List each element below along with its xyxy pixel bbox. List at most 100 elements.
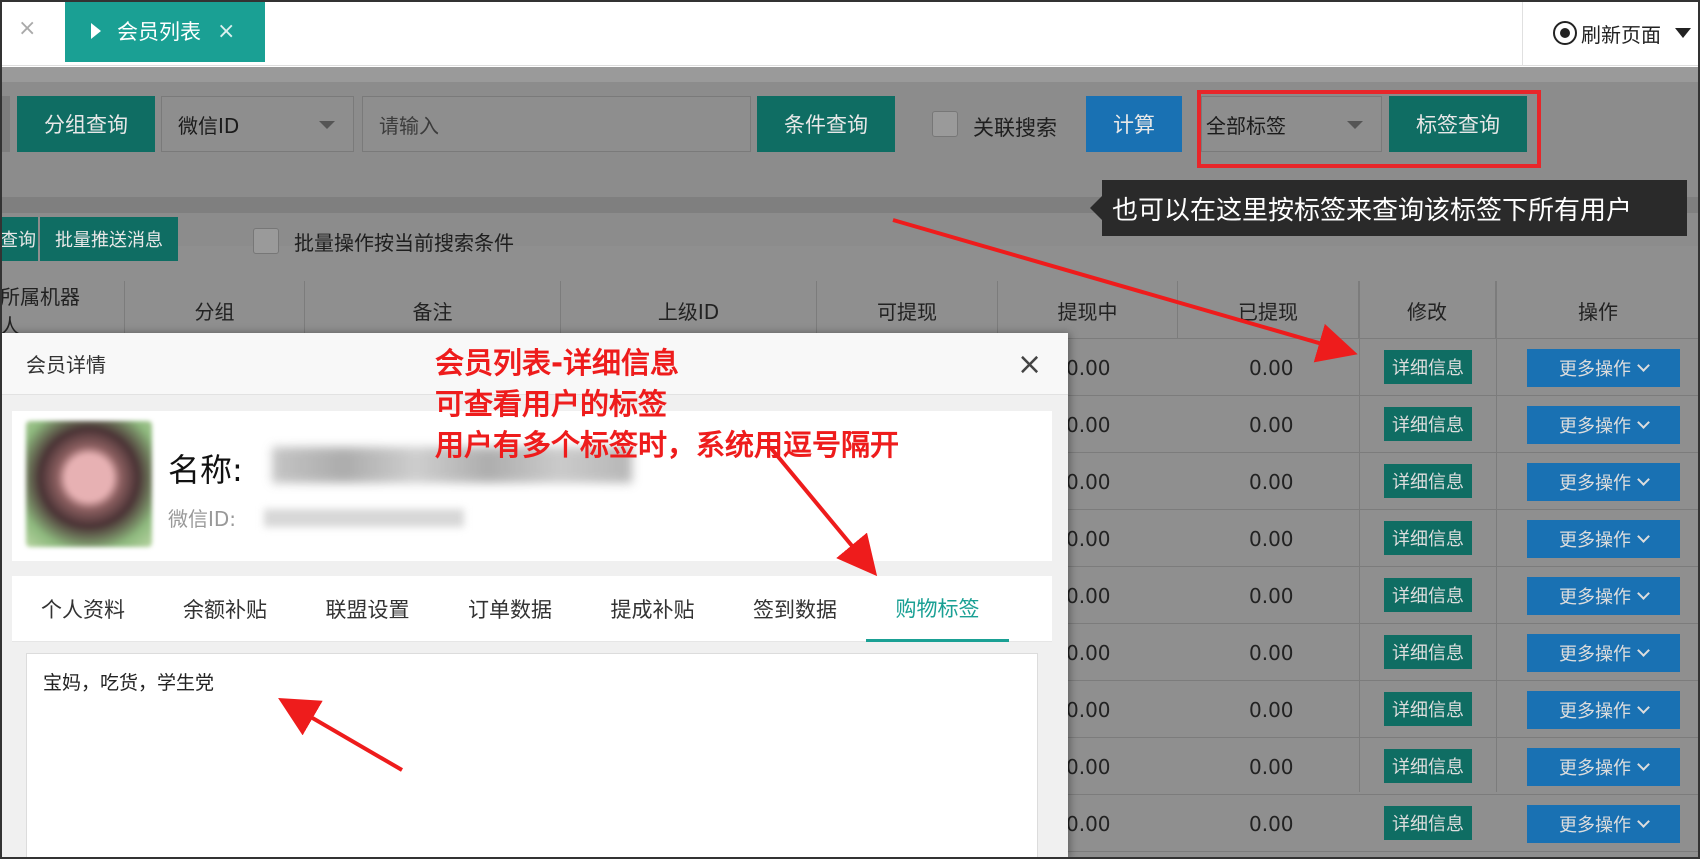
column-header: 提现中: [998, 281, 1178, 339]
batch-push-button[interactable]: 批量推送消息: [40, 217, 178, 261]
tab-checkin-data[interactable]: 签到数据: [724, 576, 866, 642]
more-actions-button[interactable]: 更多操作: [1527, 634, 1680, 672]
more-actions-label: 更多操作: [1559, 701, 1631, 722]
dialog-tabs: 个人资料 余额补贴 联盟设置 订单数据 提成补贴 签到数据 购物标签: [12, 576, 1052, 642]
tab-member-list-label: 会员列表: [117, 20, 201, 44]
condition-query-button[interactable]: 条件查询: [757, 96, 895, 152]
annotation-line: 用户有多个标签时，系统用逗号隔开: [435, 428, 900, 462]
table-header: 所属机器人 分组 备注 上级ID 可提现 提现中 已提现 修改 操作: [0, 281, 1700, 339]
chevron-down-icon: [1637, 472, 1650, 486]
column-header: 可提现: [817, 281, 998, 339]
cell-withdrawn: 0.00: [1249, 640, 1294, 665]
search-input[interactable]: 请输入: [362, 96, 751, 152]
column-divider: [1359, 281, 1360, 792]
chevron-down-icon: [1637, 529, 1650, 543]
field-select[interactable]: 微信ID: [161, 96, 354, 152]
chevron-down-icon: [319, 121, 335, 129]
detail-info-button[interactable]: 详细信息: [1384, 692, 1472, 726]
chevron-down-icon: [1637, 757, 1650, 771]
annotation-line: 可查看用户的标签: [435, 387, 668, 421]
column-header: 分组: [125, 281, 305, 339]
cell-withdrawing: 0.00: [1066, 640, 1111, 665]
cell-withdrawn: 0.00: [1249, 697, 1294, 722]
detail-info-button[interactable]: 详细信息: [1384, 521, 1472, 555]
tab-shopping-tags[interactable]: 购物标签: [866, 576, 1009, 642]
batch-by-search-checkbox[interactable]: [253, 228, 279, 254]
more-actions-label: 更多操作: [1559, 815, 1631, 836]
more-actions-label: 更多操作: [1559, 644, 1631, 665]
cell-withdrawing: 0.00: [1066, 754, 1111, 779]
cell-withdrawn: 0.00: [1249, 412, 1294, 437]
query-button-partial[interactable]: 查询: [0, 217, 38, 261]
more-actions-button[interactable]: 更多操作: [1527, 463, 1680, 501]
divider: [0, 67, 1700, 82]
column-header: 操作: [1578, 299, 1618, 324]
more-actions-button[interactable]: 更多操作: [1527, 406, 1680, 444]
related-search-label: 关联搜索: [973, 116, 1057, 140]
group-query-button[interactable]: 分组查询: [17, 96, 155, 152]
cell-withdrawing: 0.00: [1066, 355, 1111, 380]
more-actions-button[interactable]: 更多操作: [1527, 748, 1680, 786]
calc-button[interactable]: 计算: [1086, 96, 1182, 152]
left-edge-control: [0, 96, 10, 152]
column-divider: [1496, 281, 1497, 792]
dialog-title: 会员详情: [26, 353, 106, 377]
more-actions-label: 更多操作: [1559, 359, 1631, 380]
tab-previous[interactable]: 理 ×: [0, 0, 62, 62]
detail-info-button[interactable]: 详细信息: [1384, 635, 1472, 669]
more-actions-button[interactable]: 更多操作: [1527, 577, 1680, 615]
column-header: 已提现: [1178, 281, 1359, 339]
refresh-page-label: 刷新页面: [1581, 22, 1661, 47]
cell-withdrawing: 0.00: [1066, 811, 1111, 836]
avatar: [26, 421, 152, 547]
member-name-label: 名称:: [168, 451, 243, 489]
highlight-box: [1197, 90, 1541, 168]
annotation-text: 会员列表-详细信息 可查看用户的标签 用户有多个标签时，系统用逗号隔开: [435, 343, 899, 466]
cell-withdrawing: 0.00: [1066, 526, 1111, 551]
detail-info-button[interactable]: 详细信息: [1384, 749, 1472, 783]
play-icon: [91, 23, 101, 39]
more-actions-label: 更多操作: [1559, 416, 1631, 437]
search-input-placeholder: 请输入: [379, 113, 439, 138]
more-actions-button[interactable]: 更多操作: [1527, 691, 1680, 729]
detail-info-button[interactable]: 详细信息: [1384, 806, 1472, 840]
detail-info-button[interactable]: 详细信息: [1384, 464, 1472, 498]
more-actions-button[interactable]: 更多操作: [1527, 520, 1680, 558]
more-actions-label: 更多操作: [1559, 530, 1631, 551]
cell-withdrawing: 0.00: [1066, 583, 1111, 608]
more-actions-label: 更多操作: [1559, 587, 1631, 608]
shopping-tags-panel: 宝妈，吃货，学生党: [26, 653, 1038, 859]
wechat-id-redacted: [264, 509, 464, 527]
more-actions-label: 更多操作: [1559, 473, 1631, 494]
chevron-down-icon: [1637, 643, 1650, 657]
tab-alliance-settings[interactable]: 联盟设置: [296, 576, 439, 642]
close-icon[interactable]: ×: [217, 19, 235, 44]
tab-commission-subsidy[interactable]: 提成补贴: [581, 576, 724, 642]
more-actions-button[interactable]: 更多操作: [1527, 805, 1680, 843]
tab-previous-label: 理: [0, 18, 2, 44]
column-header: 所属机器人: [0, 281, 125, 339]
tab-balance-subsidy[interactable]: 余额补贴: [154, 576, 296, 642]
chevron-down-icon: [1637, 814, 1650, 828]
close-icon[interactable]: ×: [1017, 347, 1042, 382]
close-icon[interactable]: ×: [18, 16, 36, 41]
detail-info-button[interactable]: 详细信息: [1384, 407, 1472, 441]
chevron-down-icon: [1637, 415, 1650, 429]
tab-personal-info[interactable]: 个人资料: [12, 576, 154, 642]
cell-withdrawing: 0.00: [1066, 469, 1111, 494]
cell-withdrawn: 0.00: [1249, 469, 1294, 494]
tab-member-list[interactable]: 会员列表 ×: [65, 0, 265, 62]
tab-order-data[interactable]: 订单数据: [439, 576, 581, 642]
detail-info-button[interactable]: 详细信息: [1384, 350, 1472, 384]
cell-withdrawn: 0.00: [1249, 583, 1294, 608]
cell-withdrawn: 0.00: [1249, 754, 1294, 779]
detail-info-button[interactable]: 详细信息: [1384, 578, 1472, 612]
tab-bar: 理 × 会员列表 × 刷新页面: [0, 0, 1700, 66]
related-search-checkbox[interactable]: [932, 111, 958, 137]
cell-withdrawn: 0.00: [1249, 811, 1294, 836]
caret-down-icon[interactable]: [1675, 28, 1691, 38]
more-actions-button[interactable]: 更多操作: [1527, 349, 1680, 387]
refresh-page-button[interactable]: 刷新页面: [1522, 0, 1700, 66]
column-header: 上级ID: [561, 281, 817, 339]
chevron-down-icon: [1637, 358, 1650, 372]
